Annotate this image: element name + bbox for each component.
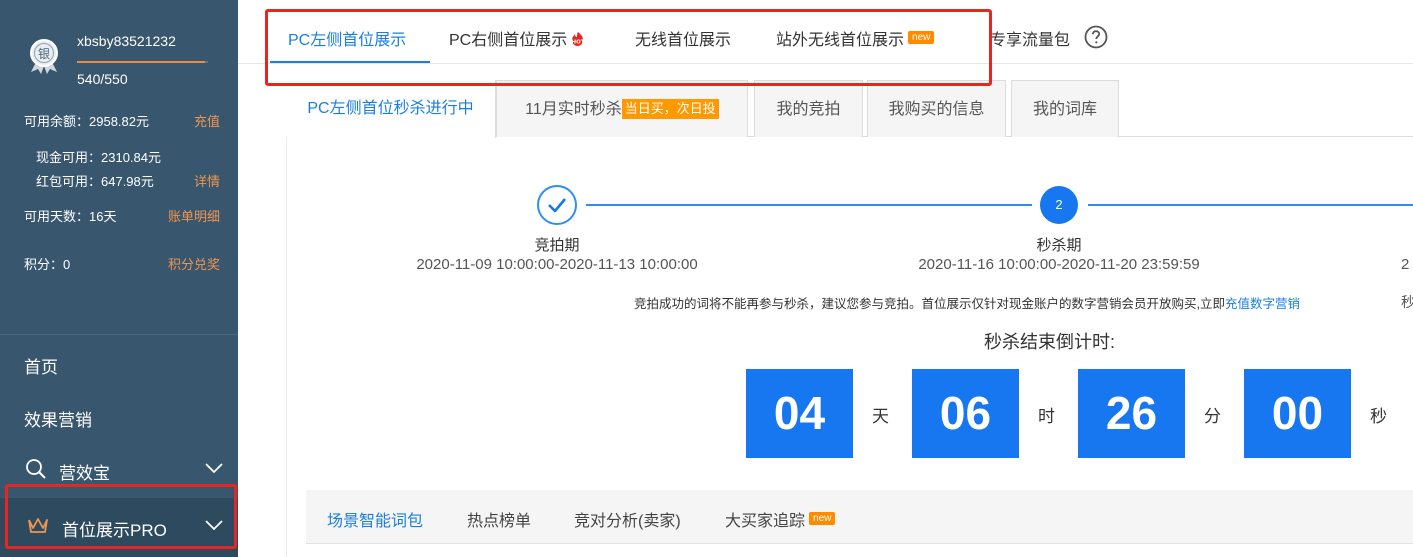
subtab-my-lexicon[interactable]: 我的词库 [1011,80,1119,137]
step-current-indicator: 2 [1040,186,1078,224]
points-row: 积分：0 积分兑奖 [24,254,220,273]
sidebar-item-effect-marketing[interactable]: 效果营销 [0,391,238,443]
points-redeem-link[interactable]: 积分兑奖 [168,254,220,273]
step-connector [1088,204,1413,206]
countdown-hours: 06 [912,369,1019,458]
svg-text:银: 银 [38,47,50,61]
step-done-indicator [537,185,577,225]
step-connector [586,204,1032,206]
countdown-minutes-unit: 分 [1204,407,1221,426]
redpacket-label: 红包可用：647.98元 [36,174,154,189]
cash-row: 现金可用：2310.84元 [36,147,220,166]
countdown-days-unit: 天 [872,407,889,426]
days-row: 可用天数：16天 账单明细 [24,206,220,225]
balance-label: 可用余额：2958.82元 [24,114,149,129]
step-dates: 2020-11-16 10:00:00-2020-11-20 23:59:59 [918,256,1200,273]
details-link[interactable]: 详情 [194,171,220,190]
tab-competitor-analysis[interactable]: 竞对分析(卖家) [574,507,681,531]
cash-label: 现金可用：2310.84元 [36,150,161,165]
notice-text: 竞拍成功的词将不能再参与秒杀，建议您参与竞拍。首位展示仅针对现金账户的数字营销会… [634,297,1300,311]
step-title: 秒杀期 [1036,237,1082,254]
tab-exclusive-traffic[interactable]: 专享流量包 [990,26,1070,50]
sidebar-item-label: 首页 [24,358,58,377]
promo-tag: 当日买，次日投 [621,99,719,119]
notice-cutoff: 秒 [1401,294,1413,310]
tab-hot-list[interactable]: 热点榜单 [467,507,531,531]
new-badge: new [809,512,836,525]
subtab-seckill-ongoing[interactable]: PC左侧首位秒杀进行中 [286,80,496,138]
score-text: 540/550 [77,71,128,87]
step-dates-cutoff: 2 [1401,256,1410,273]
bottom-tab-bar: 场景智能词包 热点榜单 竞对分析(卖家) 大买家追踪 new [306,490,1413,544]
tab-smart-keyword-pack[interactable]: 场景智能词包 [327,507,423,531]
recharge-link[interactable]: 充值 [194,111,220,130]
subtab-my-bids[interactable]: 我的竞拍 [754,80,863,137]
countdown-title: 秒杀结束倒计时: [984,332,1116,352]
points-label: 积分：0 [24,257,71,272]
sidebar-item-home[interactable]: 首页 [0,338,238,390]
highlight-box-sidebar [5,484,237,549]
recharge-digital-link[interactable]: 充值数字营销 [1225,297,1300,311]
subtab-my-purchases[interactable]: 我购买的信息 [867,80,1006,137]
check-icon [548,198,566,213]
countdown-hours-unit: 时 [1038,407,1055,426]
subtab-realtime-seckill[interactable]: 11月实时秒杀 当日买，次日投 [496,80,748,137]
sidebar-item-label: 营效宝 [59,464,110,483]
sub-tab-bar: PC左侧首位秒杀进行中 11月实时秒杀 当日买，次日投 我的竞拍 我购买的信息 我… [286,80,1413,138]
balance-row: 可用余额：2958.82元 充值 [24,111,220,130]
help-icon[interactable] [1084,25,1108,49]
countdown-seconds: 00 [1244,369,1351,458]
countdown-minutes: 26 [1078,369,1185,458]
sidebar-item-label: 效果营销 [24,411,92,430]
sidebar-divider [0,334,238,335]
chevron-down-icon[interactable] [204,458,224,478]
silver-medal-icon: 银 [30,39,58,74]
score-progress-bar [77,61,208,63]
tab-big-buyer-tracking[interactable]: 大买家追踪 new [725,507,836,531]
search-icon [26,459,46,479]
days-label: 可用天数：16天 [24,209,117,224]
sidebar: 银 xbsby83521232 540/550 可用余额：2958.82元 充值… [0,0,238,557]
step-title: 竞拍期 [534,237,580,254]
highlight-box-top-tabs [265,9,992,86]
step-dates: 2020-11-09 10:00:00-2020-11-13 10:00:00 [416,256,698,273]
bill-link[interactable]: 账单明细 [168,206,220,225]
countdown-seconds-unit: 秒 [1370,407,1387,426]
username: xbsby83521232 [77,33,176,49]
redpacket-row: 红包可用：647.98元 详情 [36,171,220,190]
account-panel: 银 xbsby83521232 540/550 可用余额：2958.82元 充值… [0,0,238,334]
countdown-days: 04 [746,369,853,458]
content-below-tabs [306,544,1413,557]
content-border [286,137,287,557]
